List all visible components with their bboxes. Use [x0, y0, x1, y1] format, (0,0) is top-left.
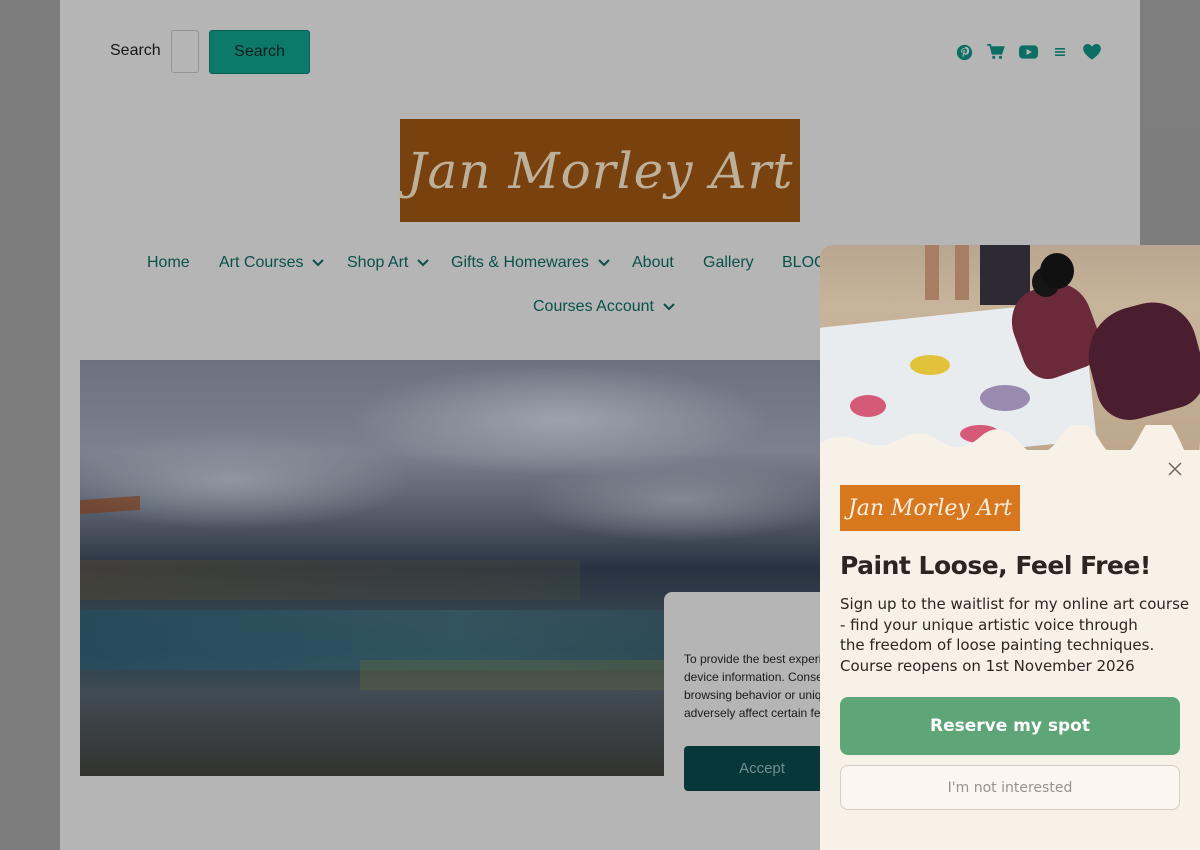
nav-item-courses-account[interactable]: Courses Account	[533, 298, 675, 316]
cart-icon[interactable]	[986, 42, 1006, 62]
site-logo[interactable]: Jan Morley Art	[400, 119, 800, 222]
photo-detail	[1040, 253, 1074, 289]
nav-label: Shop Art	[347, 254, 409, 271]
pinterest-icon[interactable]	[954, 42, 974, 62]
cookie-consent-banner: To provide the best experiences, we use …	[664, 592, 844, 840]
nav-item-shop-art[interactable]: Shop Art	[347, 254, 430, 272]
popup-logo: Jan Morley Art	[840, 485, 1020, 531]
nav-label: Gifts & Homewares	[451, 254, 589, 271]
cookie-accept-button[interactable]: Accept	[684, 746, 840, 791]
photo-detail	[850, 395, 886, 417]
popup-body-line: - find your unique artistic voice throug…	[840, 615, 1138, 634]
nav-item-gifts-homewares[interactable]: Gifts & Homewares	[451, 254, 610, 272]
photo-detail	[925, 245, 975, 300]
nav-label: About	[632, 254, 674, 271]
nav-label: Gallery	[703, 254, 754, 271]
search-label: Search	[110, 42, 161, 59]
chevron-down-icon	[417, 259, 430, 267]
photo-detail	[910, 355, 950, 375]
popup-body-line: Course reopens on 1st November 2026	[840, 657, 1135, 676]
heart-icon[interactable]	[1082, 42, 1102, 62]
nav-item-art-courses[interactable]: Art Courses	[219, 254, 325, 272]
photo-detail	[1077, 292, 1200, 428]
nav-label: Art Courses	[219, 254, 304, 271]
site-logo-text: Jan Morley Art	[406, 141, 794, 200]
popup-body-line: the freedom of loose painting techniques…	[840, 636, 1155, 655]
search-input[interactable]	[171, 30, 199, 73]
painting-texture	[80, 495, 140, 515]
popup-description: Sign up to the waitlist for my online ar…	[840, 594, 1190, 677]
popup-body-line: Sign up to the waitlist for my online ar…	[840, 595, 1190, 613]
nav-item-home[interactable]: Home	[147, 254, 190, 272]
popup-logo-text: Jan Morley Art	[847, 495, 1013, 521]
waitlist-popup: Jan Morley Art Paint Loose, Feel Free! S…	[820, 245, 1200, 850]
nav-item-about[interactable]: About	[632, 254, 674, 272]
chevron-down-icon	[598, 259, 610, 267]
wave-divider	[820, 425, 1200, 465]
nav-label: Home	[147, 254, 190, 271]
not-interested-button[interactable]: I'm not interested	[840, 765, 1180, 810]
search-button[interactable]: Search	[209, 30, 310, 74]
nav-label: Courses Account	[533, 298, 654, 315]
menu-icon[interactable]	[1050, 42, 1070, 62]
painting-texture	[80, 560, 580, 600]
reserve-spot-button[interactable]: Reserve my spot	[840, 697, 1180, 755]
popup-title: Paint Loose, Feel Free!	[840, 551, 1151, 580]
chevron-down-icon	[312, 259, 325, 267]
close-icon[interactable]	[1167, 461, 1183, 477]
youtube-icon[interactable]	[1018, 42, 1038, 62]
chevron-down-icon	[663, 303, 675, 311]
popup-photo	[820, 245, 1200, 450]
photo-detail	[980, 385, 1030, 411]
social-icons	[954, 42, 1114, 62]
nav-item-gallery[interactable]: Gallery	[703, 254, 754, 272]
